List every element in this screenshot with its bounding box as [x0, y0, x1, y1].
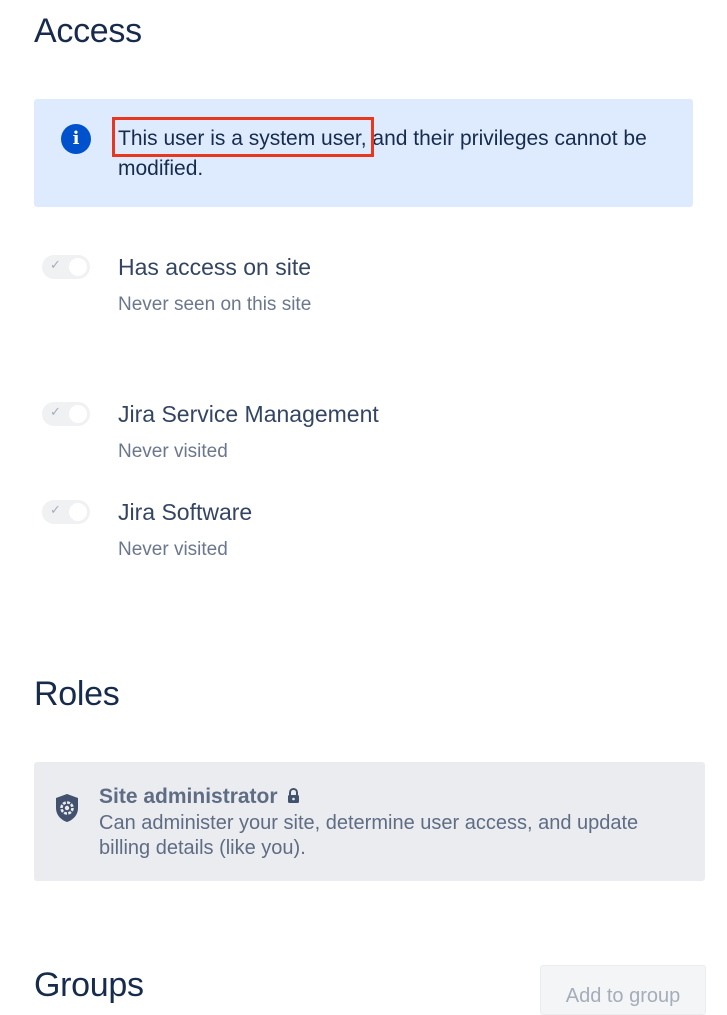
check-icon: ✓: [50, 503, 61, 518]
jira-service-management-subtitle: Never visited: [118, 441, 228, 462]
jira-software-toggle[interactable]: ✓: [42, 500, 90, 524]
add-to-group-button[interactable]: Add to group: [540, 965, 706, 1015]
lock-icon: [288, 788, 300, 803]
site-access-subtitle: Never seen on this site: [118, 294, 312, 315]
jira-service-management-toggle[interactable]: ✓: [42, 402, 90, 426]
jira-software-subtitle: Never visited: [118, 539, 228, 560]
highlight-annotation-box: [112, 117, 374, 157]
site-access-title: Has access on site: [118, 254, 312, 280]
role-description: Can administer your site, determine user…: [99, 812, 639, 859]
site-administrator-role-card: Site administrator Can administer your s…: [34, 762, 705, 881]
toggle-knob: [69, 405, 87, 423]
site-access-toggle[interactable]: ✓: [42, 255, 90, 279]
jira-software-title: Jira Software: [118, 499, 253, 525]
check-icon: ✓: [50, 258, 61, 273]
shield-gear-icon: [56, 794, 78, 822]
access-heading: Access: [34, 12, 142, 50]
jira-service-management-title: Jira Service Management: [118, 401, 379, 427]
roles-heading: Roles: [34, 675, 120, 713]
role-title-text: Site administrator: [99, 785, 278, 808]
toggle-knob: [69, 503, 87, 521]
role-title: Site administrator: [99, 786, 300, 807]
check-icon: ✓: [50, 405, 61, 420]
groups-heading: Groups: [34, 966, 144, 1004]
info-icon: i: [61, 124, 91, 154]
toggle-knob: [69, 258, 87, 276]
